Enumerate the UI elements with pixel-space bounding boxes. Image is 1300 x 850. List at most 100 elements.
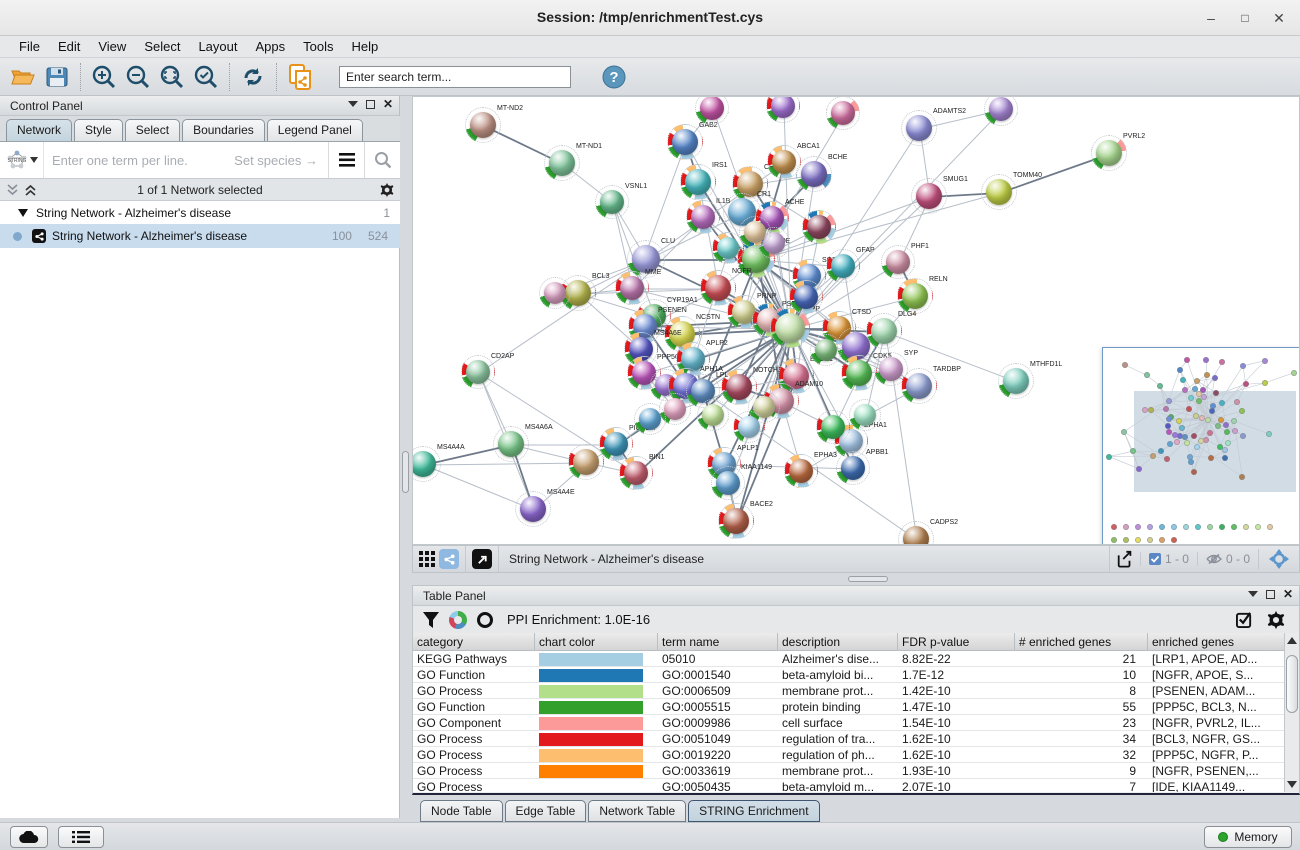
table-row[interactable]: GO FunctionGO:0001540beta-amyloid bi...1… [413, 667, 1286, 683]
protein-sphere[interactable] [716, 471, 740, 495]
network-node[interactable]: BACE2 [718, 503, 756, 541]
network-node[interactable] [849, 399, 883, 433]
protein-sphere[interactable] [807, 215, 831, 239]
cloud-button[interactable] [10, 826, 48, 848]
network-node[interactable]: EPHA3 [784, 454, 820, 490]
gear-icon[interactable] [380, 183, 394, 197]
protein-sphere[interactable] [886, 250, 910, 274]
protein-sphere[interactable] [902, 283, 928, 309]
protein-sphere[interactable] [600, 190, 624, 214]
network-row-selected[interactable]: String Network - Alzheimer's disease 100… [0, 224, 400, 248]
protein-sphere[interactable] [1003, 368, 1029, 394]
protein-sphere[interactable] [549, 150, 575, 176]
save-icon[interactable] [40, 61, 74, 93]
panel-collapse-icon[interactable] [348, 101, 358, 107]
column-header[interactable]: enriched genes [1148, 633, 1286, 651]
share-view-icon[interactable] [439, 549, 459, 569]
network-node[interactable] [810, 334, 844, 368]
network-node[interactable]: MS4A4E [515, 491, 553, 529]
protein-sphere[interactable] [639, 408, 661, 430]
tab-string-enrichment[interactable]: STRING Enrichment [688, 800, 819, 822]
protein-sphere[interactable] [789, 459, 813, 483]
search-input[interactable] [339, 66, 571, 88]
table-row[interactable]: GO ProcessGO:0019220regulation of ph...1… [413, 747, 1286, 763]
protein-sphere[interactable] [801, 161, 827, 187]
network-node[interactable] [984, 96, 1020, 128]
table-row[interactable]: KEGG Pathways05010Alzheimer's dise...8.8… [413, 651, 1286, 667]
panel-float-icon[interactable] [1266, 590, 1275, 599]
menu-edit[interactable]: Edit [49, 37, 89, 56]
network-node[interactable] [697, 399, 731, 433]
network-node[interactable] [766, 96, 802, 125]
tab-node-table[interactable]: Node Table [420, 800, 503, 822]
protein-sphere[interactable] [986, 179, 1012, 205]
protein-sphere[interactable] [821, 415, 845, 439]
protein-sphere[interactable] [498, 431, 524, 457]
network-node[interactable] [789, 280, 825, 316]
scroll-up-icon[interactable] [1287, 637, 1297, 644]
table-row[interactable]: GO ProcessGO:0051049regulation of tra...… [413, 731, 1286, 747]
table-row[interactable]: GO FunctionGO:0005515protein binding1.47… [413, 699, 1286, 715]
protein-sphere[interactable] [831, 101, 855, 125]
tab-legend-panel[interactable]: Legend Panel [267, 119, 363, 141]
protein-sphere[interactable] [903, 526, 929, 545]
menu-select[interactable]: Select [135, 37, 189, 56]
network-node[interactable]: MS4A4A [412, 446, 443, 484]
table-row[interactable]: GO ProcessGO:0050435beta-amyloid m...2.0… [413, 779, 1286, 792]
table-scrollbar[interactable] [1284, 633, 1299, 792]
protein-sphere[interactable] [772, 150, 796, 174]
task-list-button[interactable] [58, 826, 104, 848]
network-node[interactable]: VSNL1 [595, 185, 631, 221]
protein-sphere[interactable] [871, 318, 897, 344]
network-node[interactable]: MTHFD1L [998, 363, 1036, 401]
refresh-icon[interactable] [236, 61, 270, 93]
zoom-fit-icon[interactable] [155, 61, 189, 93]
protein-sphere[interactable] [1096, 140, 1122, 166]
table-row[interactable]: GO ProcessGO:0033619membrane prot...1.93… [413, 763, 1286, 779]
splitter-handle[interactable] [848, 576, 888, 582]
protein-sphere[interactable] [620, 276, 644, 300]
vertical-splitter[interactable] [400, 96, 412, 818]
tab-boundaries[interactable]: Boundaries [182, 119, 265, 141]
table-row[interactable]: GO ProcessGO:0006509membrane prot...1.42… [413, 683, 1286, 699]
zoom-in-icon[interactable] [87, 61, 121, 93]
protein-sphere[interactable] [738, 416, 760, 438]
protein-sphere[interactable] [702, 404, 724, 426]
protein-sphere[interactable] [989, 97, 1013, 121]
network-node[interactable]: MS4A6A [493, 426, 531, 464]
open-folder-icon[interactable] [6, 61, 40, 93]
protein-sphere[interactable] [573, 449, 599, 475]
network-node[interactable]: KIAA1149 [711, 466, 747, 502]
chart-color-icon[interactable] [449, 611, 467, 629]
network-node[interactable] [802, 210, 838, 246]
network-node[interactable]: ADAMTS2 [901, 110, 939, 148]
copy-network-view-icon[interactable] [283, 61, 317, 93]
panel-close-icon[interactable]: ✕ [1283, 589, 1293, 599]
protein-sphere[interactable] [831, 254, 855, 278]
protein-sphere[interactable] [775, 313, 805, 343]
birdseye-toggle-icon[interactable] [472, 549, 492, 569]
network-node[interactable] [695, 96, 731, 127]
scroll-thumb[interactable] [1286, 655, 1298, 713]
network-node[interactable]: IRS1 [680, 164, 718, 202]
network-node[interactable]: PHF1 [881, 245, 917, 281]
string-protein-query-selector[interactable]: STRING [0, 142, 44, 178]
tab-network[interactable]: Network [6, 119, 72, 141]
network-node[interactable] [634, 403, 668, 437]
protein-sphere[interactable] [470, 112, 496, 138]
memory-button[interactable]: Memory [1204, 826, 1292, 848]
select-all-checkbox-icon[interactable] [1236, 611, 1253, 628]
protein-sphere[interactable] [906, 373, 932, 399]
table-row[interactable]: GO ComponentGO:0009986cell surface1.54E-… [413, 715, 1286, 731]
menu-help[interactable]: Help [343, 37, 388, 56]
help-icon[interactable]: ? [597, 61, 631, 93]
string-options-menu-icon[interactable] [328, 142, 364, 178]
column-header[interactable]: FDR p-value [898, 633, 1015, 651]
tree-expand-icon[interactable] [18, 209, 28, 217]
network-node[interactable]: GFAP [826, 249, 862, 285]
protein-sphere[interactable] [520, 496, 546, 522]
grid-view-icon[interactable] [419, 551, 435, 567]
filter-icon[interactable] [423, 612, 439, 628]
tab-select[interactable]: Select [125, 119, 180, 141]
menu-apps[interactable]: Apps [247, 37, 295, 56]
